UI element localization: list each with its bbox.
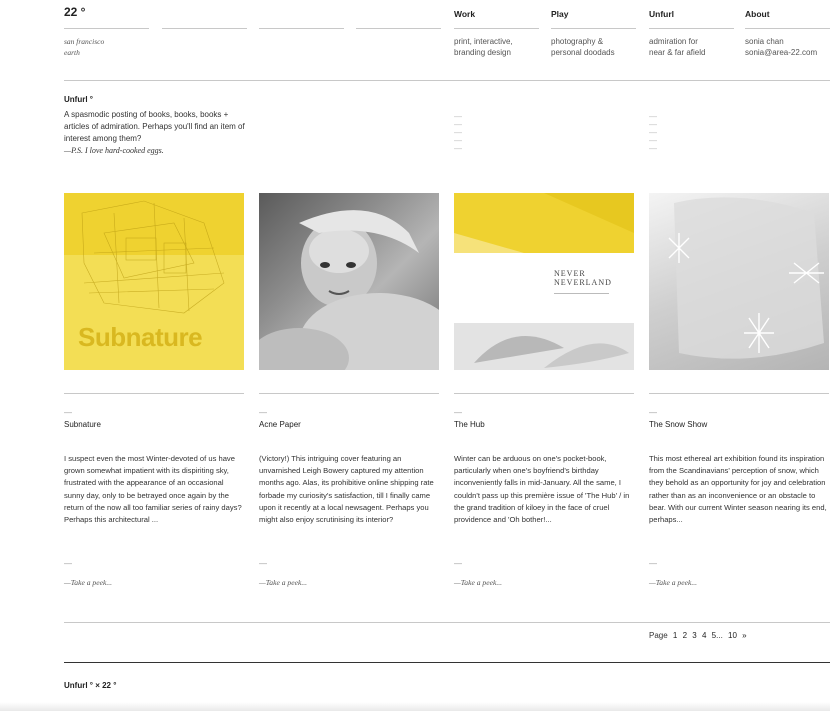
dash-column: — — — — — (454, 113, 474, 153)
portrait-photo (259, 210, 439, 370)
nav-rule (551, 28, 636, 29)
dash: — (259, 559, 267, 568)
the-hub-thumbnail[interactable]: NEVER NEVERLAND (454, 193, 634, 370)
card-title[interactable]: The Snow Show (649, 419, 707, 431)
article-card: NEVER NEVERLAND — The Hub Winter can be … (454, 193, 634, 587)
card-title[interactable]: Acne Paper (259, 419, 301, 431)
nav-play-title[interactable]: Play (551, 8, 651, 22)
nav-rule (649, 28, 734, 29)
nav-work[interactable]: Work print, interactive, branding design (454, 8, 554, 58)
header-rule (356, 28, 441, 29)
nav-about-desc: sonia chan (745, 37, 784, 46)
intro-text: A spasmodic posting of books, books, boo… (64, 109, 254, 157)
card-excerpt: This most ethereal art exhibition found … (649, 454, 827, 525)
nav-unfurl-desc: admiration for (649, 37, 698, 46)
dash: — (454, 408, 462, 417)
card-excerpt: Winter can be arduous on one's pocket-bo… (454, 454, 630, 525)
card-excerpt: (Victory!) This intriguing cover featuri… (259, 454, 434, 525)
card-divider (454, 393, 634, 394)
take-a-peek-link[interactable]: —Take a peek... (259, 577, 307, 589)
location: san francisco earth (64, 36, 184, 58)
location-planet: earth (64, 48, 80, 57)
dash: — (64, 408, 72, 417)
header-rule (162, 28, 247, 29)
card-divider (649, 393, 829, 394)
thumb-caption: NEVER NEVERLAND (554, 269, 612, 287)
dash: — (454, 144, 462, 153)
footer-rule (64, 662, 830, 663)
nav-rule (454, 28, 539, 29)
pagination-label: Page (649, 631, 668, 640)
page-link-2[interactable]: 2 (683, 631, 687, 640)
nav-play-desc: personal doodads (551, 48, 615, 57)
next-page-link[interactable]: » (742, 631, 746, 640)
intro-body: A spasmodic posting of books, books, boo… (64, 110, 245, 143)
nav-work-title[interactable]: Work (454, 8, 554, 22)
article-card: — The Snow Show This most ethereal art e… (649, 193, 829, 587)
article-card: Subnature — Subnature I suspect even the… (64, 193, 244, 587)
header-bottom-rule (64, 80, 830, 81)
header-rule (64, 28, 149, 29)
pagination: Page 1 2 3 4 5... 10 » (649, 630, 750, 642)
nav-rule (745, 28, 830, 29)
take-a-peek-link[interactable]: —Take a peek... (64, 577, 112, 589)
dash: — (64, 559, 72, 568)
header-rule (259, 28, 344, 29)
nav-work-desc: print, interactive, (454, 37, 513, 46)
site-logo[interactable]: 22 ° (64, 6, 85, 18)
subnature-thumbnail[interactable]: Subnature (64, 193, 244, 370)
dash: — (649, 144, 657, 153)
pagination-rule (64, 622, 830, 623)
page-link-10[interactable]: 10 (728, 631, 737, 640)
nav-about-email[interactable]: sonia@area-22.com (745, 47, 830, 58)
card-excerpt: I suspect even the most Winter-devoted o… (64, 454, 242, 525)
page-link-1[interactable]: 1 (673, 631, 677, 640)
wings-photo (474, 336, 629, 368)
nav-play[interactable]: Play photography & personal doodads (551, 8, 651, 58)
page-link-3[interactable]: 3 (692, 631, 696, 640)
dash: — (454, 559, 462, 568)
dash: — (649, 408, 657, 417)
section-title: Unfurl ° (64, 95, 93, 104)
location-city: san francisco (64, 37, 105, 46)
thumb-line (554, 293, 609, 294)
acne-paper-thumbnail[interactable] (259, 193, 439, 370)
thumb-page (454, 253, 634, 323)
dash: — (649, 559, 657, 568)
card-title[interactable]: The Hub (454, 419, 485, 431)
snow-show-thumbnail[interactable] (649, 193, 829, 370)
footer-title: Unfurl ° × 22 ° (64, 681, 117, 690)
card-divider (259, 393, 439, 394)
nav-play-desc: photography & (551, 37, 604, 46)
take-a-peek-link[interactable]: —Take a peek... (454, 577, 502, 589)
nav-unfurl[interactable]: Unfurl admiration for near & far afield (649, 8, 749, 58)
nav-unfurl-desc: near & far afield (649, 48, 706, 57)
dash-column: — — — — — (649, 113, 669, 153)
card-title[interactable]: Subnature (64, 419, 101, 431)
snow-sculpture-photo (668, 197, 824, 359)
page-link-4[interactable]: 4 (702, 631, 706, 640)
nav-about[interactable]: About sonia chan sonia@area-22.com (745, 8, 830, 58)
article-card: — Acne Paper (Victory!) This intriguing … (259, 193, 439, 587)
dash: — (259, 408, 267, 417)
bottom-fade (0, 702, 830, 711)
nav-work-desc: branding design (454, 48, 511, 57)
pagination-ellipsis: ... (716, 631, 723, 640)
intro-ps: —P.S. I love hard-cooked eggs. (64, 146, 164, 155)
card-divider (64, 393, 244, 394)
yellow-pattern (454, 193, 634, 253)
nav-about-title[interactable]: About (745, 8, 830, 22)
nav-unfurl-title[interactable]: Unfurl (649, 8, 749, 22)
take-a-peek-link[interactable]: —Take a peek... (649, 577, 697, 589)
thumb-caption: Subnature (78, 322, 203, 352)
